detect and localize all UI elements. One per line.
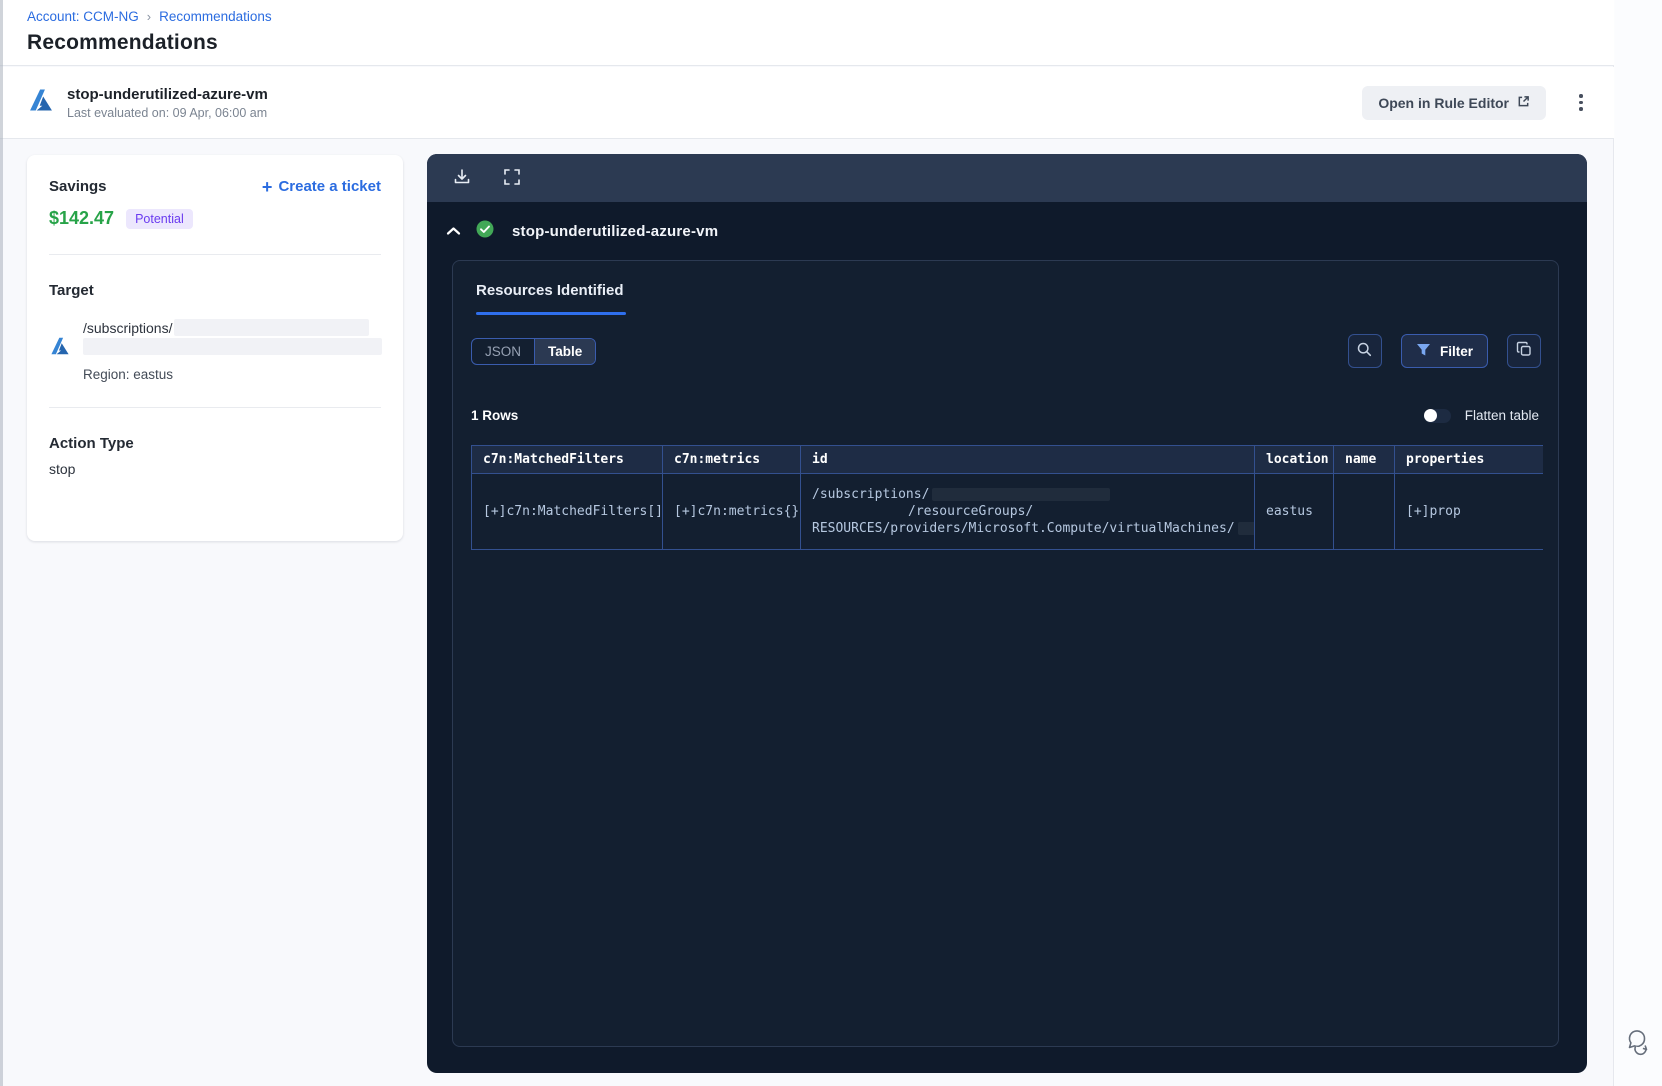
left-scrollbar[interactable]	[0, 0, 3, 1086]
filter-icon	[1416, 343, 1431, 360]
rows-count: 1 Rows	[471, 408, 519, 423]
download-button[interactable]	[453, 168, 471, 189]
results-toolbar	[427, 154, 1587, 202]
fullscreen-icon	[503, 168, 521, 189]
azure-icon-small	[49, 335, 71, 382]
help-chat-icon[interactable]	[1622, 1026, 1652, 1056]
potential-badge: Potential	[126, 208, 193, 229]
page-title: Recommendations	[27, 31, 218, 54]
expandable-value[interactable]: [+]c7n:metrics{}	[674, 504, 799, 519]
cell-location: eastus	[1254, 473, 1334, 550]
id-text: RESOURCES/providers/Microsoft.Compute/vi…	[812, 521, 1235, 536]
search-button[interactable]	[1347, 334, 1382, 368]
open-rule-editor-button[interactable]: Open in Rule Editor	[1362, 85, 1546, 120]
action-type-value: stop	[49, 461, 76, 477]
cell-metrics[interactable]: [+]c7n:metrics{}	[662, 473, 801, 550]
breadcrumb-recommendations-link[interactable]: Recommendations	[159, 9, 272, 24]
id-text: /resourceGroups/	[908, 504, 1034, 519]
savings-label: Savings	[49, 178, 107, 195]
table-row: [+]c7n:MatchedFilters[] [+]c7n:metrics{}…	[471, 473, 1543, 550]
results-panel: stop-underutilized-azure-vm Resources Id…	[427, 154, 1587, 1073]
tab-active-underline	[476, 312, 626, 315]
external-link-icon	[1517, 95, 1530, 111]
column-header-location[interactable]: location	[1254, 445, 1334, 474]
action-type-label: Action Type	[49, 435, 134, 452]
azure-icon	[27, 86, 55, 119]
chevron-up-icon	[446, 224, 461, 239]
open-rule-editor-label: Open in Rule Editor	[1378, 94, 1509, 111]
redacted-text	[174, 319, 370, 336]
success-check-icon	[476, 220, 494, 243]
redacted-text	[1237, 522, 1254, 535]
view-toggle-json[interactable]: JSON	[472, 338, 536, 364]
cell-matchedfilters[interactable]: [+]c7n:MatchedFilters[]	[471, 473, 663, 550]
resources-table: c7n:MatchedFilters c7n:metrics id locati…	[471, 445, 1543, 550]
resources-identified-panel: Resources Identified JSON Table Filter 1…	[452, 260, 1559, 1047]
savings-amount: $142.47	[49, 208, 115, 228]
breadcrumb-separator: ›	[146, 9, 152, 24]
cell-id: /subscriptions/ /resourceGroups/ RESOURC…	[800, 473, 1255, 550]
plus-icon: +	[261, 176, 273, 197]
column-header-properties[interactable]: properties	[1394, 445, 1543, 474]
right-gutter	[1615, 0, 1662, 1086]
cell-properties[interactable]: [+]prop	[1394, 473, 1543, 550]
divider	[49, 407, 381, 408]
copy-icon	[1516, 341, 1533, 361]
rule-header-actions: Open in Rule Editor	[1362, 85, 1590, 120]
redacted-text	[932, 488, 1111, 501]
collapse-button[interactable]	[446, 224, 461, 239]
rule-meta: stop-underutilized-azure-vm Last evaluat…	[67, 86, 268, 120]
table-header-row: c7n:MatchedFilters c7n:metrics id locati…	[471, 445, 1543, 474]
copy-button[interactable]	[1507, 334, 1541, 368]
column-header-id[interactable]: id	[800, 445, 1255, 474]
target-region: Region: eastus	[83, 367, 174, 382]
column-header-matchedfilters[interactable]: c7n:MatchedFilters	[471, 445, 663, 474]
fullscreen-button[interactable]	[503, 168, 521, 189]
target-row: /subscriptions/ Region: eastus	[49, 319, 382, 382]
view-toggle-table[interactable]: Table	[535, 338, 596, 364]
cell-name	[1333, 473, 1395, 550]
savings-card: Savings + Create a ticket $142.47 Potent…	[27, 155, 403, 541]
tab-resources-identified[interactable]: Resources Identified	[453, 261, 626, 315]
breadcrumb-account-link[interactable]: Account: CCM-NG	[27, 9, 139, 24]
toggle-knob	[1423, 409, 1437, 422]
column-header-name[interactable]: name	[1333, 445, 1395, 474]
expandable-value[interactable]: [+]c7n:MatchedFilters[]	[483, 504, 662, 519]
more-options-button[interactable]	[1572, 92, 1590, 114]
create-ticket-label: Create a ticket	[278, 178, 381, 195]
divider	[49, 254, 381, 255]
filter-button[interactable]: Filter	[1400, 334, 1488, 368]
rule-result-header: stop-underutilized-azure-vm	[427, 202, 1587, 260]
target-path: /subscriptions/	[83, 319, 173, 336]
rule-header: stop-underutilized-azure-vm Last evaluat…	[0, 67, 1614, 139]
flatten-table-toggle[interactable]	[1423, 408, 1451, 423]
redacted-text	[83, 338, 382, 355]
result-rule-name: stop-underutilized-azure-vm	[512, 222, 719, 240]
flatten-table-label: Flatten table	[1464, 408, 1539, 423]
filter-label: Filter	[1439, 343, 1473, 359]
resources-table-wrapper: c7n:MatchedFilters c7n:metrics id locati…	[471, 445, 1543, 550]
id-text: /subscriptions/	[812, 487, 930, 502]
create-ticket-button[interactable]: + Create a ticket	[261, 176, 381, 197]
main-content-area: Account: CCM-NG › Recommendations Recomm…	[0, 0, 1614, 1086]
download-icon	[453, 168, 471, 189]
target-label: Target	[49, 282, 94, 299]
table-controls-row: JSON Table Filter	[471, 334, 1541, 368]
rule-last-evaluated: Last evaluated on: 09 Apr, 06:00 am	[67, 105, 268, 120]
top-bar: Account: CCM-NG › Recommendations Recomm…	[0, 0, 1614, 66]
breadcrumb: Account: CCM-NG › Recommendations	[27, 9, 1614, 24]
tab-label: Resources Identified	[476, 282, 624, 299]
table-actions: Filter	[1347, 334, 1541, 368]
rule-name: stop-underutilized-azure-vm	[67, 85, 268, 103]
expandable-value[interactable]: [+]prop	[1406, 504, 1461, 519]
view-toggle: JSON Table	[471, 337, 597, 365]
column-header-metrics[interactable]: c7n:metrics	[662, 445, 801, 474]
rows-summary-row: 1 Rows Flatten table	[471, 408, 1539, 423]
search-icon	[1356, 341, 1373, 361]
rule-identity: stop-underutilized-azure-vm Last evaluat…	[27, 86, 268, 120]
flatten-table-control: Flatten table	[1423, 408, 1539, 423]
